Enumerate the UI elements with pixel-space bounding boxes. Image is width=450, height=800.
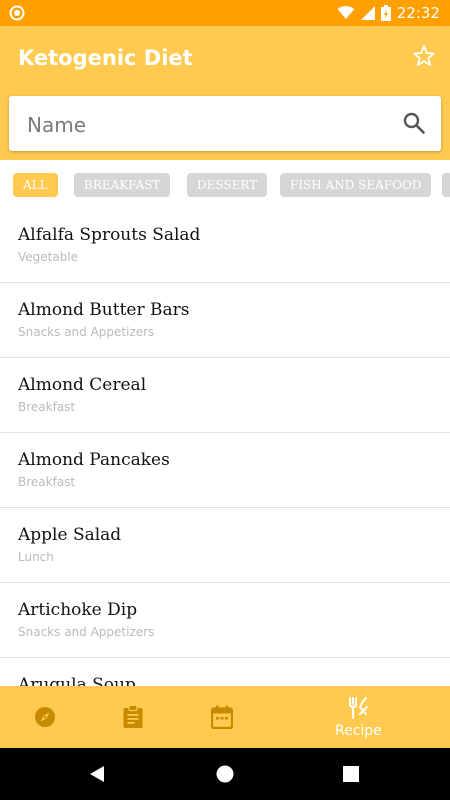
recipe-row[interactable]: Apple Salad Lunch (0, 508, 450, 583)
star-outline-icon[interactable] (412, 44, 436, 68)
recipe-row[interactable]: Arugula Soup (0, 658, 450, 686)
battery-icon (380, 5, 391, 21)
recipe-name: Apple Salad (18, 525, 122, 545)
nav-recipe-button[interactable]: Recipe (266, 686, 450, 748)
home-button[interactable] (195, 748, 255, 800)
nav-recipe-label: Recipe (335, 723, 382, 739)
bottom-navigation: Recipe (0, 686, 450, 748)
recipe-row[interactable]: Alfalfa Sprouts Salad Vegetable (0, 208, 450, 283)
search-input[interactable] (25, 96, 389, 153)
recipe-name: Alfalfa Sprouts Salad (18, 225, 201, 245)
calendar-icon (211, 705, 233, 729)
recents-icon (343, 766, 359, 782)
recipe-row[interactable]: Almond Butter Bars Snacks and Appetizers (0, 283, 450, 358)
recipe-name: Almond Pancakes (18, 450, 170, 470)
status-bar: 22:32 (0, 0, 450, 26)
filter-chip-dessert[interactable]: DESSERT (187, 173, 268, 197)
filter-chip-breakfast[interactable]: BREAKFAST (74, 173, 171, 197)
recipe-category: Breakfast (18, 475, 76, 489)
category-filter-bar: ALL BREAKFAST DESSERT FISH AND SEAFOOD (0, 160, 450, 210)
recipe-category: Vegetable (18, 250, 79, 264)
compass-icon (35, 707, 55, 727)
filter-chip-partial[interactable] (442, 173, 450, 197)
recipe-name: Artichoke Dip (18, 600, 138, 620)
status-time: 22:32 (396, 4, 440, 22)
back-button[interactable] (67, 748, 127, 800)
recipe-name: Almond Cereal (18, 375, 147, 395)
home-icon (216, 765, 234, 783)
recipe-row[interactable]: Artichoke Dip Snacks and Appetizers (0, 583, 450, 658)
signal-icon (360, 6, 375, 20)
recipe-category: Snacks and Appetizers (18, 625, 155, 639)
app-bar: Ketogenic Diet (0, 26, 450, 160)
clipboard-icon (123, 705, 143, 728)
recipe-name: Arugula Soup (18, 675, 136, 686)
nav-explore-button[interactable] (0, 686, 90, 748)
fork-knife-icon (349, 697, 368, 719)
search-icon[interactable] (403, 112, 425, 134)
recipe-category: Breakfast (18, 400, 76, 414)
recents-button[interactable] (321, 748, 381, 800)
filter-chip-fish-and-seafood[interactable]: FISH AND SEAFOOD (280, 173, 432, 197)
recipe-row[interactable]: Almond Cereal Breakfast (0, 358, 450, 433)
wifi-icon (337, 6, 355, 20)
search-box (9, 96, 441, 153)
system-navigation-bar (0, 748, 450, 800)
recipe-category: Lunch (18, 550, 54, 564)
circle-notification-icon (9, 5, 25, 21)
nav-plan-button[interactable] (90, 686, 176, 748)
recipe-name: Almond Butter Bars (18, 300, 190, 320)
status-right: 22:32 (337, 0, 440, 26)
app-title: Ketogenic Diet (18, 46, 193, 70)
filter-chip-all[interactable]: ALL (13, 173, 58, 197)
nav-calendar-button[interactable] (176, 686, 266, 748)
recipe-list: Alfalfa Sprouts Salad Vegetable Almond B… (0, 208, 450, 686)
recipe-category: Snacks and Appetizers (18, 325, 155, 339)
recipe-row[interactable]: Almond Pancakes Breakfast (0, 433, 450, 508)
back-icon (90, 766, 104, 782)
